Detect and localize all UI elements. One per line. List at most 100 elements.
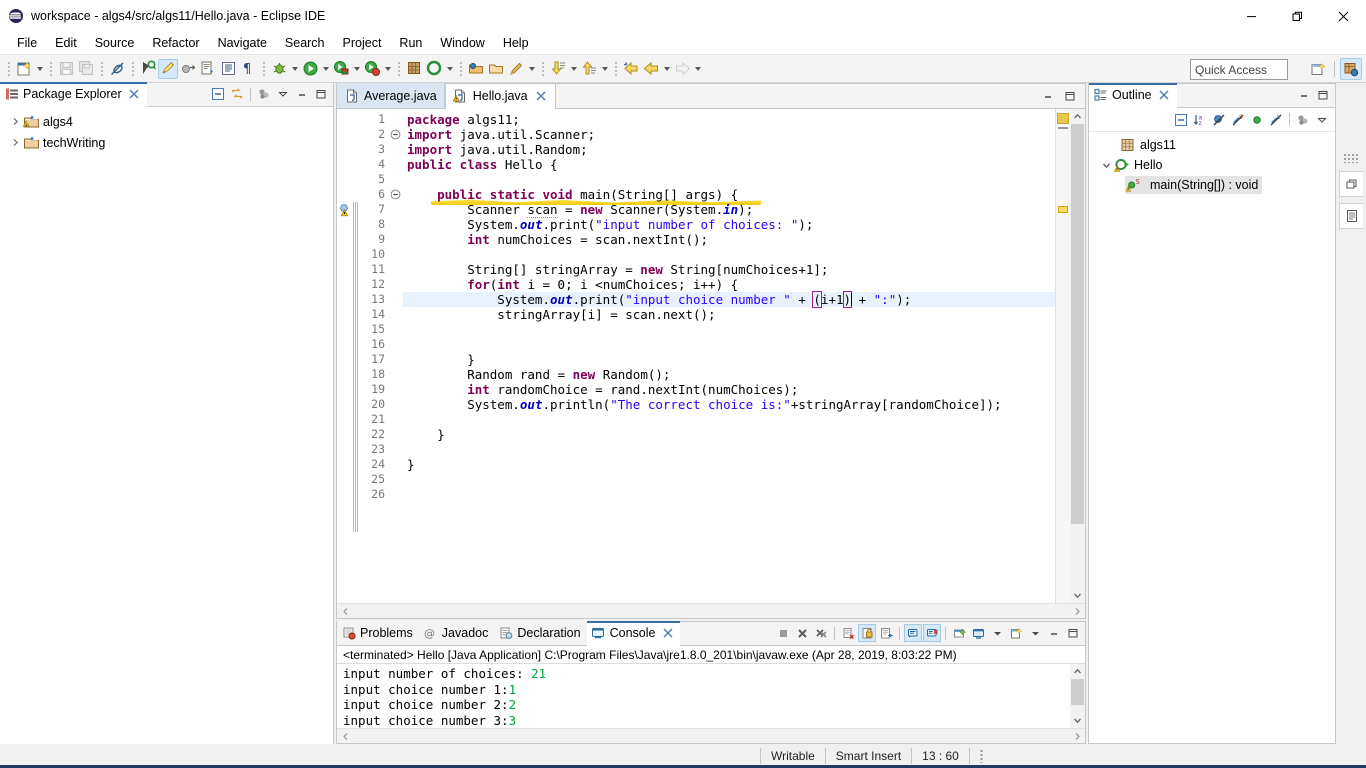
code-editor[interactable]: 1234567891011121314151617181920212223242… — [337, 109, 1085, 603]
code-line[interactable] — [403, 172, 1055, 187]
new-java-package-icon[interactable] — [404, 59, 424, 79]
code-line[interactable] — [403, 322, 1055, 337]
scroll-track[interactable] — [1070, 679, 1085, 713]
remove-all-terminated-icon[interactable] — [812, 624, 830, 642]
coverage-icon[interactable] — [362, 59, 382, 79]
console-content[interactable]: <terminated> Hello [Java Application] C:… — [337, 646, 1085, 743]
tab-outline[interactable]: Outline — [1089, 83, 1177, 107]
console-horizontal-scrollbar[interactable] — [337, 728, 1085, 743]
chevron-right-icon[interactable] — [8, 136, 22, 150]
highlight-pencil-icon[interactable] — [158, 59, 178, 79]
code-line[interactable]: int numChoices = scan.nextInt(); — [403, 232, 1055, 247]
restore-button[interactable] — [1274, 0, 1320, 32]
previous-member-dropdown-arrow[interactable] — [599, 59, 610, 79]
code-line[interactable] — [403, 487, 1055, 502]
chevron-down-icon[interactable] — [988, 624, 1006, 642]
outline-item-method[interactable]: S main(String[]) : void — [1089, 175, 1335, 195]
terminate-icon[interactable] — [774, 624, 792, 642]
minimize-view-icon[interactable] — [1295, 86, 1313, 104]
debug-icon[interactable] — [269, 59, 289, 79]
new-wizard-icon[interactable] — [14, 59, 34, 79]
scroll-track[interactable] — [1070, 124, 1085, 588]
tree-item-algs4[interactable]: algs4 — [0, 111, 333, 132]
quick-access-input[interactable]: Quick Access — [1190, 59, 1288, 80]
hide-fields-icon[interactable] — [1210, 111, 1228, 129]
save-icon[interactable] — [56, 59, 76, 79]
word-wrap-icon[interactable] — [877, 624, 895, 642]
code-line[interactable]: System.out.println("The correct choice i… — [403, 397, 1055, 412]
previous-member-icon[interactable] — [579, 59, 599, 79]
menu-edit[interactable]: Edit — [46, 34, 86, 52]
outline-view-icon[interactable] — [1339, 203, 1363, 229]
tab-declaration[interactable]: Declaration — [494, 621, 586, 645]
maximize-editor-icon[interactable] — [1061, 87, 1079, 105]
no-link-icon[interactable] — [107, 59, 127, 79]
minimize-view-icon[interactable] — [293, 85, 311, 103]
outline-item-package[interactable]: algs11 — [1089, 135, 1335, 155]
tab-hello-java[interactable]: Hello.java — [445, 83, 556, 108]
code-line[interactable] — [403, 337, 1055, 352]
scroll-up-icon[interactable] — [1070, 109, 1085, 124]
editor-vertical-scrollbar[interactable] — [1070, 109, 1085, 603]
view-menu-icon[interactable] — [255, 85, 273, 103]
collapse-all-icon[interactable] — [209, 85, 227, 103]
outline-item-class[interactable]: Hello — [1089, 155, 1335, 175]
hide-nonpublic-icon[interactable] — [1248, 111, 1266, 129]
code-line[interactable]: package algs11; — [403, 112, 1055, 127]
close-icon[interactable] — [128, 88, 141, 101]
editor-marker-ruler[interactable] — [337, 109, 353, 603]
hide-static-icon[interactable]: S — [1229, 111, 1247, 129]
new-wizard-dropdown-arrow[interactable] — [34, 59, 45, 79]
link-with-editor-icon[interactable] — [228, 85, 246, 103]
scroll-left-icon[interactable] — [337, 729, 353, 744]
new-java-class-dropdown-arrow[interactable] — [444, 59, 455, 79]
chevron-down-icon[interactable] — [1026, 624, 1044, 642]
external-tools-dropdown-arrow[interactable] — [351, 59, 362, 79]
open-console-icon[interactable] — [1007, 624, 1025, 642]
close-button[interactable] — [1320, 0, 1366, 32]
code-line[interactable]: stringArray[i] = scan.next(); — [403, 307, 1055, 322]
open-perspective-icon[interactable] — [1307, 58, 1329, 80]
chevron-down-icon[interactable] — [1313, 111, 1331, 129]
code-line[interactable]: import java.util.Scanner; — [403, 127, 1055, 142]
tab-console[interactable]: Console — [587, 621, 681, 645]
next-member-icon[interactable] — [548, 59, 568, 79]
tab-javadoc[interactable]: @ Javadoc — [419, 621, 495, 645]
code-line[interactable] — [403, 412, 1055, 427]
scroll-lock-icon[interactable] — [858, 624, 876, 642]
console-output[interactable]: input number of choices: 21input choice … — [337, 664, 1070, 728]
code-line[interactable]: } — [403, 352, 1055, 367]
menu-help[interactable]: Help — [494, 34, 538, 52]
minimize-editor-icon[interactable] — [1039, 87, 1057, 105]
run-external-tools-icon[interactable] — [331, 59, 351, 79]
menu-search[interactable]: Search — [276, 34, 334, 52]
chevron-right-icon[interactable] — [8, 115, 22, 129]
code-line[interactable]: public class Hello { — [403, 157, 1055, 172]
warning-marker-icon[interactable] — [338, 203, 352, 220]
code-line[interactable]: String[] stringArray = new String[numCho… — [403, 262, 1055, 277]
close-icon[interactable] — [535, 90, 548, 103]
tree-item-techwriting[interactable]: techWriting — [0, 132, 333, 153]
clear-console-icon[interactable] — [839, 624, 857, 642]
code-line[interactable]: public static void main(String[] args) { — [403, 187, 1055, 202]
next-annotation-icon[interactable] — [198, 59, 218, 79]
code-line[interactable]: } — [403, 427, 1055, 442]
tab-package-explorer[interactable]: Package Explorer — [0, 82, 147, 106]
menu-project[interactable]: Project — [334, 34, 391, 52]
editor-overview-ruler[interactable] — [1055, 109, 1070, 603]
coverage-dropdown-arrow[interactable] — [382, 59, 393, 79]
open-type-icon[interactable] — [466, 59, 486, 79]
resize-grip[interactable] — [980, 749, 983, 763]
scroll-left-icon[interactable] — [337, 604, 353, 619]
back-icon[interactable] — [641, 59, 661, 79]
maximize-view-icon[interactable] — [312, 85, 330, 103]
show-console-on-output-icon[interactable] — [904, 624, 922, 642]
open-resource-dropdown-arrow[interactable] — [526, 59, 537, 79]
console-vertical-scrollbar[interactable] — [1070, 664, 1085, 728]
outline-tree[interactable]: algs11 Hello — [1089, 132, 1335, 743]
code-line-current[interactable]: System.out.print("input choice number " … — [403, 292, 1055, 307]
java-perspective-icon[interactable] — [1340, 58, 1362, 80]
chevron-down-icon[interactable] — [1099, 158, 1113, 172]
fold-toggle-icon[interactable] — [389, 187, 403, 202]
search-icon[interactable] — [138, 59, 158, 79]
